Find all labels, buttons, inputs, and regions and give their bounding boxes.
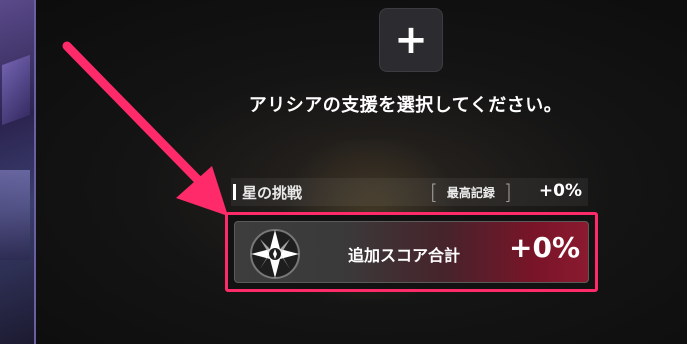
bar-marker: [233, 184, 236, 200]
add-support-button[interactable]: +: [379, 8, 443, 72]
character-portrait-edge: [0, 0, 36, 344]
star-emblem-icon: [250, 229, 300, 279]
support-instruction: アリシアの支援を選択してください。: [248, 95, 563, 116]
total-score-label: 追加スコア合計: [348, 246, 461, 265]
total-score-highlight: 追加スコア合計 +0%: [225, 212, 598, 292]
total-score-row: 追加スコア合計 +0%: [234, 221, 589, 283]
total-score-value: +0%: [509, 231, 580, 264]
best-record-label: 最高記録: [446, 185, 495, 200]
star-challenge-bar: 星の挑戦 [ 最高記録 ] +0%: [231, 178, 588, 206]
plus-icon: +: [394, 17, 428, 63]
best-record-badge: [ 最高記録 ]: [430, 180, 512, 204]
best-record-value: +0%: [538, 181, 582, 201]
challenge-title: 星の挑戦: [242, 183, 303, 202]
